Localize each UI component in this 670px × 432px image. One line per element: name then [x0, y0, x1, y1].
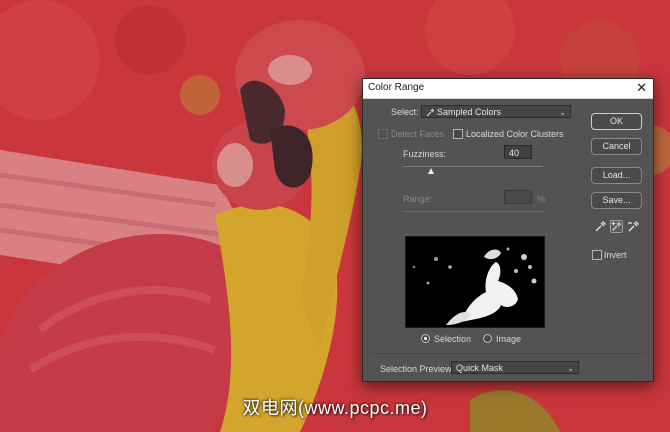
radio-image-label: Image [496, 334, 522, 344]
detect-faces-label: Detect Faces [391, 129, 445, 139]
cancel-button[interactable]: Cancel [591, 138, 642, 155]
radio-selection[interactable] [421, 334, 430, 343]
eyedropper-icon [426, 108, 435, 117]
selection-preview-value: Quick Mask [456, 363, 504, 373]
divider [371, 353, 645, 354]
invert-checkbox[interactable] [592, 250, 602, 260]
radio-selection-label: Selection [434, 334, 472, 344]
detect-faces-checkbox[interactable] [378, 129, 388, 139]
selection-preview-label: Selection Preview: [380, 364, 455, 374]
close-icon[interactable]: ✕ [636, 80, 647, 96]
fuzziness-slider-thumb[interactable] [428, 168, 434, 174]
radio-image[interactable] [483, 334, 492, 343]
chevron-down-icon: ⌄ [559, 108, 566, 117]
chevron-down-icon: ⌄ [567, 364, 574, 373]
save-button[interactable]: Save... [591, 192, 642, 209]
fuzziness-label: Fuzziness: [403, 149, 447, 159]
range-label: Range: [403, 194, 433, 204]
invert-label: Invert [604, 250, 627, 260]
eyedropper-plus-tool-button[interactable] [610, 220, 623, 233]
ok-button[interactable]: OK [591, 113, 642, 130]
dialog-content: Select: Sampled Colors ⌄ Detect Faces Lo… [363, 99, 653, 381]
watermark-text: 双电网(www.pcpc.me) [242, 398, 428, 418]
eyedropper-minus-icon [628, 221, 639, 232]
selection-preview-image [405, 236, 545, 328]
eyedropper-tool-button[interactable] [594, 220, 607, 233]
select-label: Select: [391, 107, 419, 117]
dialog-titlebar[interactable]: Color Range ✕ [363, 79, 653, 99]
dialog-title: Color Range [368, 82, 425, 93]
localized-clusters-checkbox[interactable] [453, 129, 463, 139]
eyedropper-minus-tool-button[interactable] [627, 220, 640, 233]
selection-preview-dropdown[interactable]: Quick Mask ⌄ [451, 361, 579, 374]
localized-clusters-label: Localized Color Clusters [466, 129, 564, 139]
range-unit: % [537, 194, 546, 204]
eyedropper-plus-icon [611, 221, 622, 231]
fuzziness-input[interactable]: 40 [504, 145, 532, 159]
fuzziness-slider-track[interactable] [403, 166, 543, 167]
color-range-dialog: Color Range ✕ Select: Sampled Colors ⌄ D… [362, 78, 654, 382]
eyedropper-icon [595, 221, 606, 232]
range-input[interactable] [504, 190, 532, 204]
range-slider-track[interactable] [403, 211, 543, 212]
select-dropdown[interactable]: Sampled Colors ⌄ [421, 105, 571, 118]
load-button[interactable]: Load... [591, 167, 642, 184]
select-value: Sampled Colors [437, 107, 502, 117]
